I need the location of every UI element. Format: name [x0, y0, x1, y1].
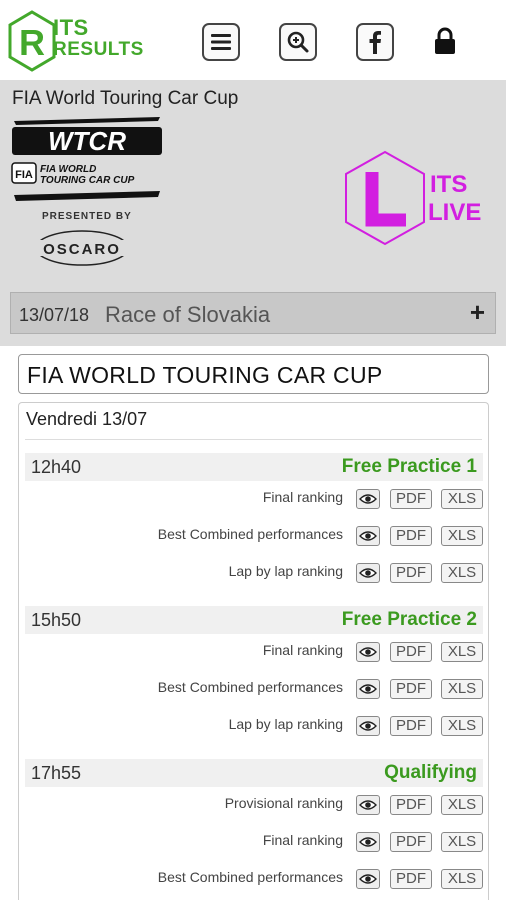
- login-button[interactable]: [430, 26, 460, 56]
- document-row: Final ranking PDF XLS: [25, 634, 483, 671]
- its-live-logo[interactable]: ITS LIVE: [340, 150, 505, 250]
- xls-download-button[interactable]: XLS: [441, 489, 483, 509]
- top-bar: R ITS RESULTS: [0, 0, 506, 80]
- event-selector[interactable]: 13/07/18 Race of Slovakia +: [10, 292, 496, 334]
- session-header: 17h55 Qualifying: [25, 759, 483, 787]
- xls-download-button[interactable]: XLS: [441, 716, 483, 736]
- svg-text:WTCR: WTCR: [48, 126, 126, 156]
- championship-title: FIA WORLD TOURING CAR CUP: [18, 354, 489, 394]
- menu-button[interactable]: [202, 23, 240, 61]
- document-label: Lap by lap ranking: [228, 563, 343, 579]
- view-eye-icon[interactable]: [356, 563, 380, 583]
- pdf-download-button[interactable]: PDF: [390, 716, 432, 736]
- lock-icon: [435, 27, 455, 54]
- document-label: Best Combined performances: [157, 526, 343, 542]
- svg-text:OSCARO: OSCARO: [43, 241, 121, 258]
- wtcr-logo: WTCR FIA FIA WORLD TOURING CAR CUP: [11, 117, 162, 201]
- session-name: Free Practice 2: [341, 609, 477, 630]
- pdf-download-button[interactable]: PDF: [390, 642, 432, 662]
- series-title: FIA World Touring Car Cup: [12, 88, 239, 109]
- divider: [25, 439, 482, 440]
- pdf-download-button[interactable]: PDF: [390, 526, 432, 546]
- day-panel: Vendredi 13/07 12h40 Free Practice 1 Fin…: [18, 402, 489, 900]
- view-eye-icon[interactable]: [356, 526, 380, 546]
- session-block: 17h55 Qualifying Provisional ranking PDF…: [25, 759, 483, 898]
- document-label: Best Combined performances: [157, 869, 343, 885]
- xls-download-button[interactable]: XLS: [441, 526, 483, 546]
- session-block: 12h40 Free Practice 1 Final ranking PDF …: [25, 453, 483, 592]
- its-results-logo[interactable]: R ITS RESULTS: [8, 8, 168, 72]
- logo-hexagon-icon: R: [8, 10, 56, 72]
- pdf-download-button[interactable]: PDF: [390, 795, 432, 815]
- facebook-button[interactable]: [356, 23, 394, 61]
- document-label: Final ranking: [262, 642, 343, 658]
- document-row: Final ranking PDF XLS: [25, 824, 483, 861]
- view-eye-icon[interactable]: [356, 716, 380, 736]
- document-row: Final ranking PDF XLS: [25, 481, 483, 518]
- view-eye-icon[interactable]: [356, 679, 380, 699]
- xls-download-button[interactable]: XLS: [441, 679, 483, 699]
- hamburger-icon: [211, 34, 231, 50]
- facebook-icon: [369, 31, 381, 54]
- document-label: Final ranking: [262, 489, 343, 505]
- session-name: Free Practice 1: [341, 456, 477, 477]
- svg-text:TOURING CAR CUP: TOURING CAR CUP: [40, 175, 135, 186]
- pdf-download-button[interactable]: PDF: [390, 832, 432, 852]
- svg-text:ITS: ITS: [430, 171, 467, 198]
- xls-download-button[interactable]: XLS: [441, 869, 483, 889]
- logo-its-text: ITS: [53, 15, 89, 40]
- document-row: Provisional ranking PDF XLS: [25, 787, 483, 824]
- event-name: Race of Slovakia: [105, 302, 271, 327]
- xls-download-button[interactable]: XLS: [441, 832, 483, 852]
- session-time: 12h40: [31, 457, 82, 477]
- svg-text:FIA: FIA: [15, 169, 33, 181]
- view-eye-icon[interactable]: [356, 869, 380, 889]
- view-eye-icon[interactable]: [356, 489, 380, 509]
- session-header: 15h50 Free Practice 2: [25, 606, 483, 634]
- session-name: Qualifying: [384, 762, 477, 783]
- svg-text:R: R: [19, 22, 45, 63]
- pdf-download-button[interactable]: PDF: [390, 679, 432, 699]
- pdf-download-button[interactable]: PDF: [390, 563, 432, 583]
- zoom-search-icon: [287, 31, 309, 53]
- logo-results-text: RESULTS: [53, 39, 144, 60]
- expand-plus-icon[interactable]: +: [470, 297, 485, 328]
- session-block: 15h50 Free Practice 2 Final ranking PDF …: [25, 606, 483, 745]
- championship-title-text: FIA WORLD TOURING CAR CUP: [27, 362, 383, 388]
- xls-download-button[interactable]: XLS: [441, 642, 483, 662]
- xls-download-button[interactable]: XLS: [441, 563, 483, 583]
- session-time: 17h55: [31, 763, 82, 783]
- event-date: 13/07/18: [19, 305, 90, 325]
- document-row: Lap by lap ranking PDF XLS: [25, 555, 483, 592]
- day-label: Vendredi 13/07: [26, 409, 148, 429]
- document-row: Best Combined performances PDF XLS: [25, 671, 483, 708]
- document-row: Best Combined performances PDF XLS: [25, 861, 483, 898]
- document-row: Lap by lap ranking PDF XLS: [25, 708, 483, 745]
- document-row: Best Combined performances PDF XLS: [25, 518, 483, 555]
- document-label: Lap by lap ranking: [228, 716, 343, 732]
- oscaro-logo: OSCARO: [32, 230, 132, 266]
- document-label: Final ranking: [262, 832, 343, 848]
- view-eye-icon[interactable]: [356, 832, 380, 852]
- presented-by-label: PRESENTED BY: [42, 211, 132, 222]
- svg-text:LIVE: LIVE: [428, 199, 481, 226]
- session-header: 12h40 Free Practice 1: [25, 453, 483, 481]
- pdf-download-button[interactable]: PDF: [390, 869, 432, 889]
- svg-text:FIA WORLD: FIA WORLD: [40, 164, 96, 175]
- xls-download-button[interactable]: XLS: [441, 795, 483, 815]
- event-header: FIA World Touring Car Cup WTCR FIA FIA W…: [0, 80, 506, 346]
- view-eye-icon[interactable]: [356, 642, 380, 662]
- zoom-button[interactable]: [279, 23, 317, 61]
- document-label: Provisional ranking: [224, 795, 343, 811]
- view-eye-icon[interactable]: [356, 795, 380, 815]
- pdf-download-button[interactable]: PDF: [390, 489, 432, 509]
- session-time: 15h50: [31, 610, 82, 630]
- document-label: Best Combined performances: [157, 679, 343, 695]
